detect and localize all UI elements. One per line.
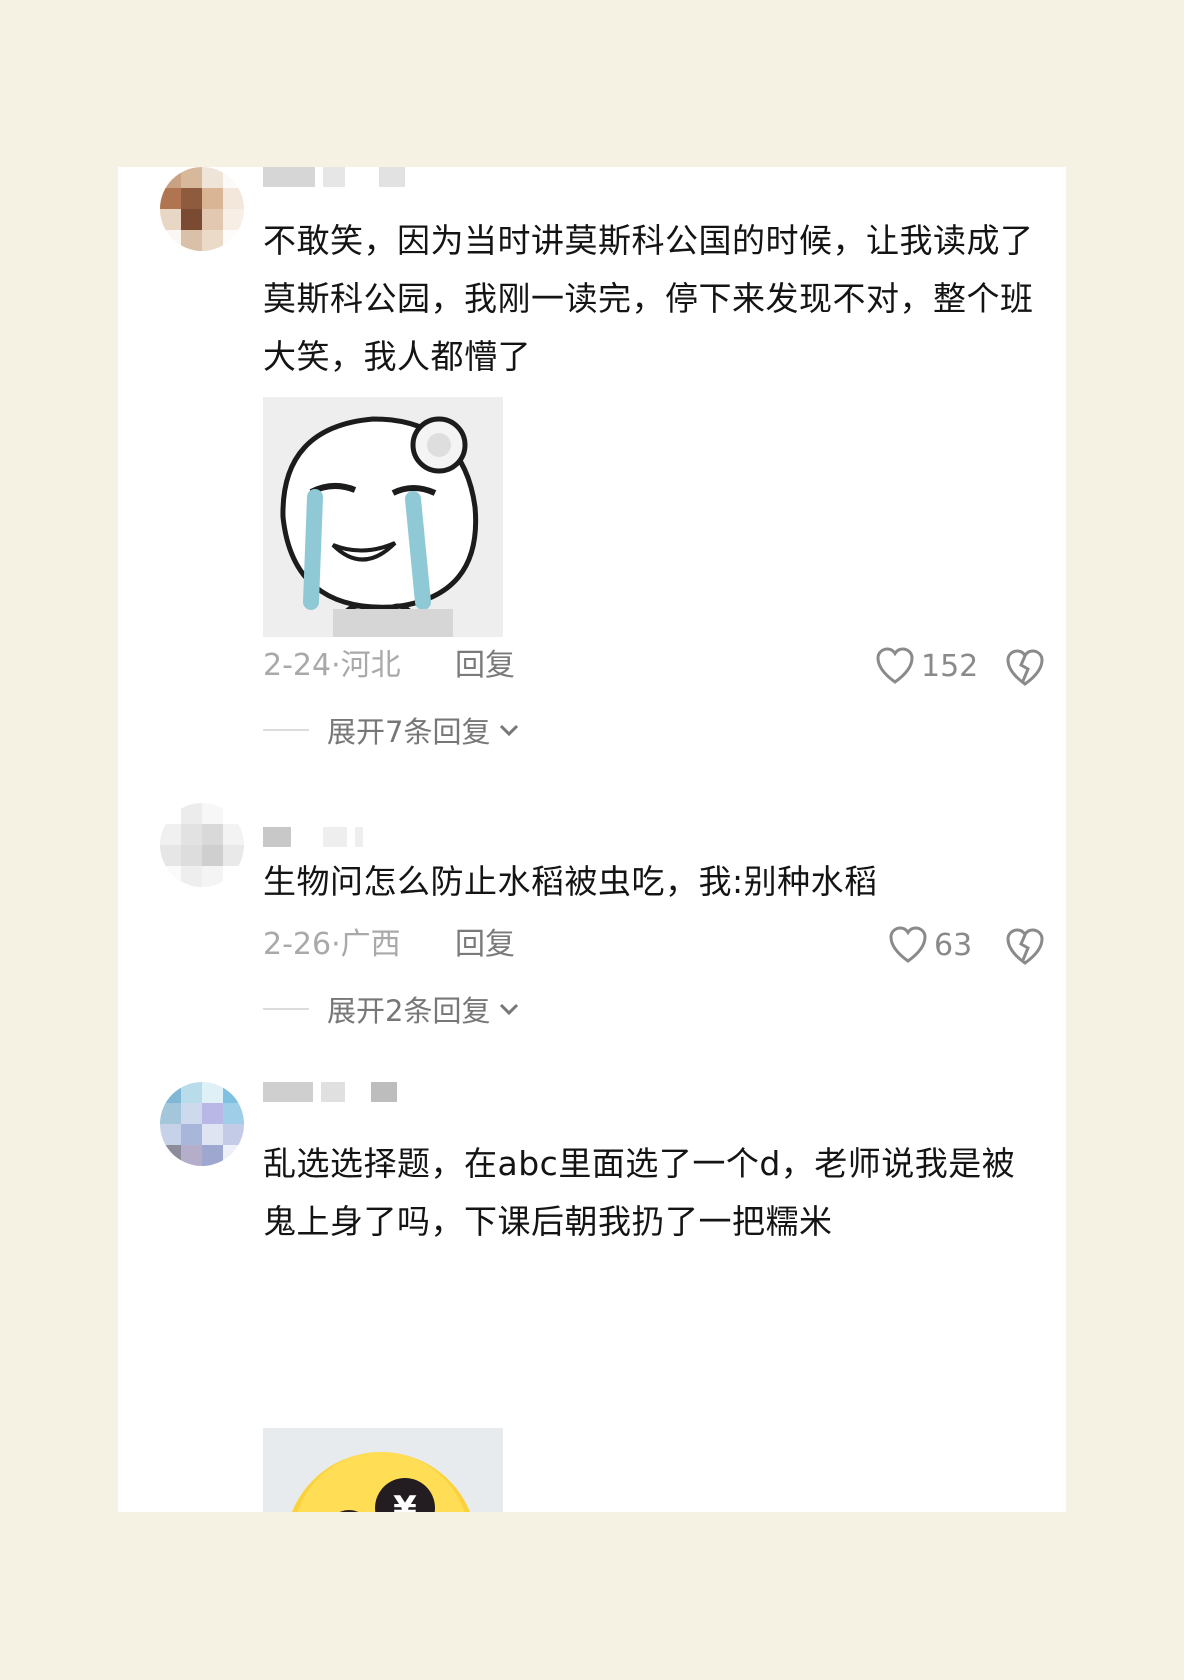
crying-bear-sticker[interactable] xyxy=(263,397,503,637)
comment-text: 乱选选择题，在abc里面选了一个d，老师说我是被鬼上身了吗，下课后朝我扔了一把糯… xyxy=(263,1144,1016,1241)
chevron-down-icon xyxy=(500,724,519,737)
comment-list: 不敢笑，因为当时讲莫斯科公国的时候，让我读成了莫斯科公园，我刚一读完，停下来发现… xyxy=(118,167,1066,1512)
crying-money-emoji-sticker[interactable]: ¥ ¥ xyxy=(263,1428,503,1512)
broken-heart-icon[interactable] xyxy=(1005,927,1045,967)
like-count: 63 xyxy=(934,927,973,963)
avatar[interactable] xyxy=(160,1082,244,1166)
divider-line xyxy=(263,729,309,731)
comment-date-location: 2-24·河北 xyxy=(263,648,401,683)
like-button[interactable]: 152 xyxy=(875,644,978,688)
comment-meta: 2-26·广西 回复 63 xyxy=(263,923,1063,967)
heart-outline-icon xyxy=(889,926,927,963)
username-redacted[interactable] xyxy=(263,827,363,847)
avatar[interactable] xyxy=(160,167,244,251)
reply-button[interactable]: 回复 xyxy=(455,644,515,688)
comment-date-location: 2-26·广西 xyxy=(263,927,401,962)
expand-replies-label[interactable]: 展开7条回复 xyxy=(327,709,490,751)
reply-button[interactable]: 回复 xyxy=(455,923,515,967)
broken-heart-icon[interactable] xyxy=(1005,648,1045,688)
username-redacted[interactable] xyxy=(263,167,405,187)
svg-text:¥: ¥ xyxy=(393,1489,417,1512)
like-button[interactable]: 63 xyxy=(888,923,972,967)
comment-text: 生物问怎么防止水稻被虫吃，我:别种水稻 xyxy=(263,862,878,901)
heart-outline-icon xyxy=(876,647,914,684)
expand-replies[interactable]: 展开7条回复 xyxy=(263,708,663,752)
expand-replies-label[interactable]: 展开2条回复 xyxy=(327,988,490,1030)
comment-text: 不敢笑，因为当时讲莫斯科公国的时候，让我读成了莫斯科公园，我刚一读完，停下来发现… xyxy=(263,221,1034,376)
divider-line xyxy=(263,1008,309,1010)
avatar[interactable] xyxy=(160,803,244,887)
username-redacted[interactable] xyxy=(263,1082,397,1102)
chevron-down-icon xyxy=(500,1003,519,1016)
like-count: 152 xyxy=(921,648,979,684)
comment-meta: 2-24·河北 回复 152 xyxy=(263,644,1063,688)
expand-replies[interactable]: 展开2条回复 xyxy=(263,987,663,1031)
